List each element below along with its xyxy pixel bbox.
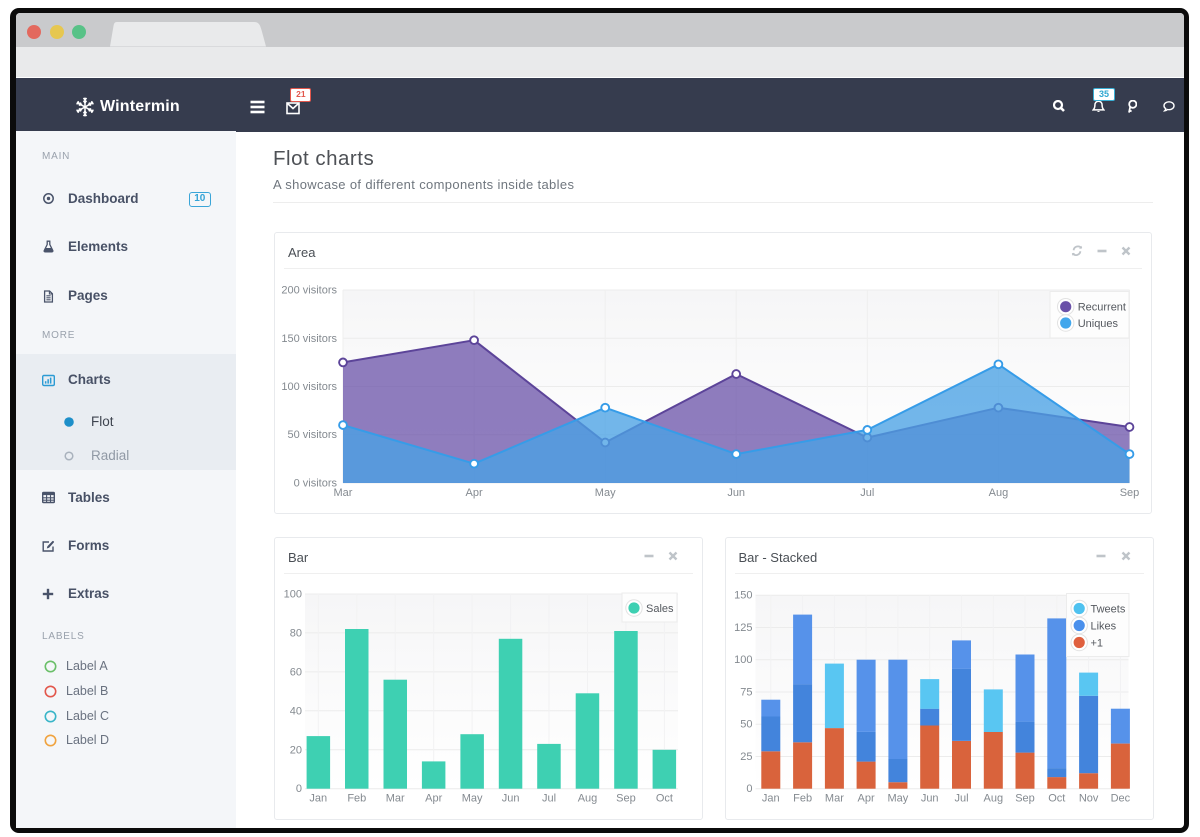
svg-text:80: 80 [290,627,302,639]
svg-text:May: May [462,793,483,805]
svg-text:100: 100 [734,654,752,666]
svg-text:Jul: Jul [860,487,874,499]
svg-text:Jun: Jun [502,793,520,805]
svg-text:150: 150 [734,590,752,602]
svg-text:50 visitors: 50 visitors [287,429,337,441]
svg-text:200 visitors: 200 visitors [281,285,337,297]
svg-text:Mar: Mar [824,793,843,805]
svg-text:Tweets: Tweets [1090,604,1125,616]
svg-text:Oct: Oct [1048,793,1065,805]
svg-text:Likes: Likes [1090,621,1116,633]
svg-text:Aug: Aug [983,793,1003,805]
svg-text:Sep: Sep [616,793,636,805]
svg-text:+1: +1 [1090,638,1103,650]
svg-text:Sep: Sep [1120,487,1140,499]
svg-text:100 visitors: 100 visitors [281,381,337,393]
svg-text:Jul: Jul [542,793,556,805]
svg-text:Dec: Dec [1110,793,1130,805]
svg-text:0: 0 [746,783,752,795]
svg-text:Jan: Jan [309,793,327,805]
svg-text:125: 125 [734,622,752,634]
svg-text:Mar: Mar [334,487,353,499]
svg-text:Uniques: Uniques [1078,318,1119,330]
svg-text:40: 40 [290,705,302,717]
svg-text:Aug: Aug [989,487,1009,499]
svg-text:0 visitors: 0 visitors [294,478,338,490]
svg-text:Mar: Mar [386,793,405,805]
svg-text:Jul: Jul [954,793,968,805]
svg-text:Jan: Jan [761,793,779,805]
svg-text:Apr: Apr [857,793,874,805]
svg-text:150 visitors: 150 visitors [281,333,337,345]
svg-text:Recurrent: Recurrent [1078,302,1126,314]
svg-text:Jun: Jun [727,487,745,499]
svg-text:Sales: Sales [646,603,674,615]
svg-text:50: 50 [740,719,752,731]
svg-text:Jun: Jun [920,793,938,805]
svg-text:100: 100 [284,589,302,601]
svg-text:60: 60 [290,666,302,678]
svg-text:Apr: Apr [425,793,442,805]
svg-text:Sep: Sep [1015,793,1035,805]
svg-text:Oct: Oct [656,793,673,805]
svg-text:0: 0 [296,783,302,795]
svg-text:75: 75 [740,687,752,699]
svg-text:Apr: Apr [466,487,483,499]
svg-text:25: 25 [740,751,752,763]
svg-text:May: May [595,487,616,499]
svg-text:Nov: Nov [1078,793,1098,805]
svg-text:20: 20 [290,744,302,756]
svg-text:Feb: Feb [793,793,812,805]
svg-text:Aug: Aug [578,793,598,805]
svg-text:May: May [887,793,908,805]
svg-text:Feb: Feb [347,793,366,805]
